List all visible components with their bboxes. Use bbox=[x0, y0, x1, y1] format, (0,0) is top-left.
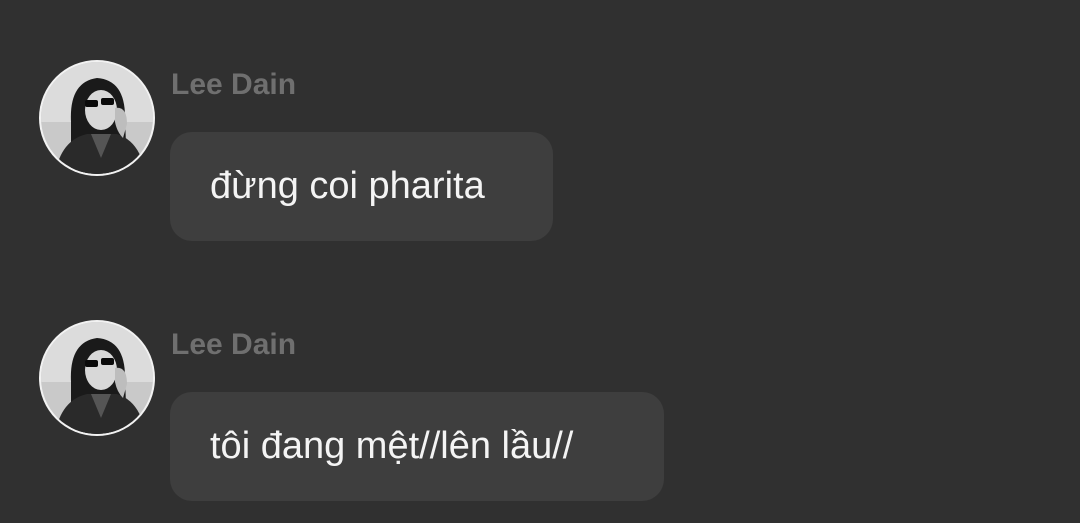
sender-name: Lee Dain bbox=[171, 328, 297, 361]
message-bubble[interactable]: tôi đang mệt//lên lầu// bbox=[170, 392, 664, 501]
message-text: đừng coi pharita bbox=[210, 165, 485, 207]
message-text: tôi đang mệt//lên lầu// bbox=[210, 425, 574, 467]
sender-avatar[interactable] bbox=[39, 60, 155, 176]
profile-photo-icon bbox=[41, 62, 153, 174]
sender-name: Lee Dain bbox=[171, 68, 297, 101]
sender-avatar[interactable] bbox=[39, 320, 155, 436]
profile-photo-icon bbox=[41, 322, 153, 434]
message-bubble[interactable]: đừng coi pharita bbox=[170, 132, 553, 241]
chat-thread: Lee Dain đừng coi pharita Lee Dain tôi đ… bbox=[0, 0, 1080, 523]
